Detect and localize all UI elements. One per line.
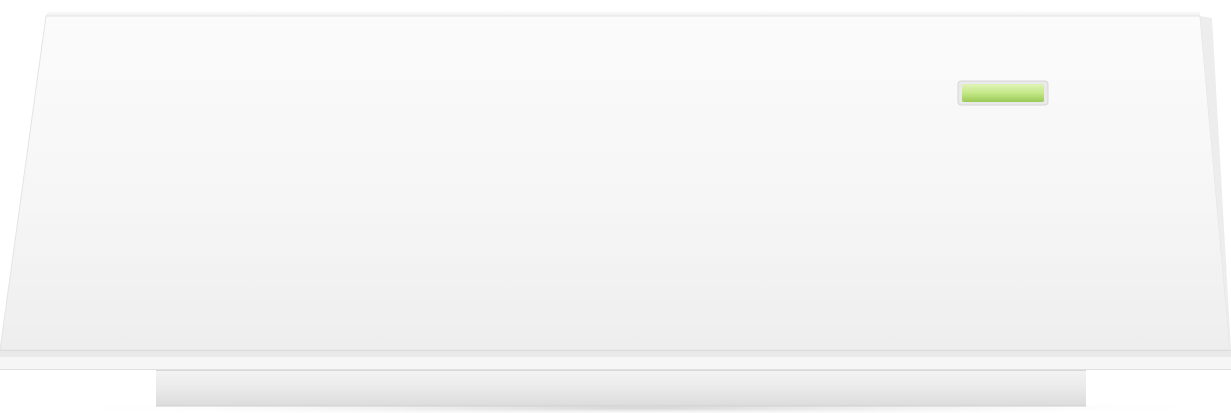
device-illustration <box>0 10 1231 413</box>
product-photo <box>0 0 1231 413</box>
status-led-glow <box>962 84 1044 102</box>
panel-bottom-trim <box>0 350 1231 357</box>
device-top-edge <box>46 10 1200 16</box>
device-base <box>156 370 1086 406</box>
front-panel <box>0 15 1231 351</box>
